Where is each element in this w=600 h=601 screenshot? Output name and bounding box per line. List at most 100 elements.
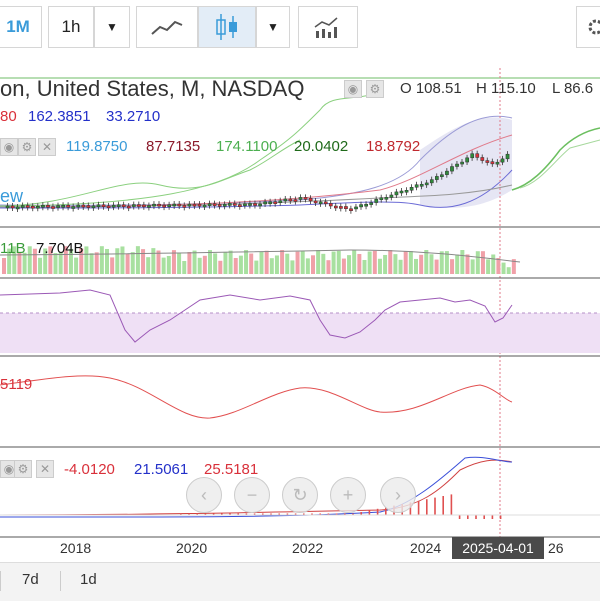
x-axis-label: 2022 bbox=[292, 540, 324, 556]
volume-bar bbox=[439, 251, 444, 274]
histogram-bar bbox=[368, 510, 371, 515]
volume-bar bbox=[486, 259, 491, 274]
candle bbox=[384, 197, 389, 200]
volume-bar bbox=[321, 253, 326, 274]
reset-button[interactable]: ↻ bbox=[282, 477, 318, 513]
candle bbox=[450, 166, 454, 172]
scroll-right-button[interactable]: › bbox=[380, 477, 416, 513]
scroll-left-button[interactable]: ‹ bbox=[186, 477, 222, 513]
candle bbox=[424, 182, 429, 186]
volume-bar bbox=[218, 260, 223, 274]
eye-icon[interactable]: ◉ bbox=[0, 138, 18, 156]
candle bbox=[177, 203, 182, 207]
candle bbox=[25, 205, 30, 208]
volume-bar bbox=[419, 254, 424, 274]
close-icon[interactable]: ✕ bbox=[36, 460, 54, 478]
candle bbox=[339, 206, 343, 209]
candle bbox=[258, 203, 262, 207]
gear-icon[interactable]: ⚙ bbox=[14, 460, 32, 478]
line-chart-button[interactable] bbox=[136, 6, 198, 48]
volume-bar bbox=[156, 250, 161, 274]
candle bbox=[455, 163, 459, 167]
candle bbox=[227, 203, 232, 206]
histogram-bar bbox=[491, 515, 494, 519]
interval-1h-button[interactable]: 1h bbox=[48, 6, 94, 48]
volume-bar bbox=[285, 253, 290, 274]
candle bbox=[273, 201, 278, 205]
volume-bar bbox=[161, 257, 166, 274]
view-link[interactable]: ew bbox=[0, 186, 23, 207]
candle bbox=[71, 206, 76, 209]
volume-bar bbox=[450, 259, 455, 274]
volume-bar bbox=[311, 255, 315, 274]
volume-bar bbox=[238, 255, 243, 274]
candle bbox=[404, 190, 409, 193]
candle bbox=[162, 204, 167, 208]
macd-legend-value-1: -4.0120 bbox=[64, 461, 115, 478]
gear-icon[interactable]: ⚙ bbox=[18, 138, 36, 156]
indicators-button[interactable] bbox=[298, 6, 358, 48]
volume-bar bbox=[202, 255, 207, 274]
volume-bar bbox=[506, 267, 511, 274]
zoom-in-button[interactable]: + bbox=[330, 477, 366, 513]
settings-button[interactable] bbox=[576, 6, 600, 48]
candle bbox=[440, 174, 444, 177]
chart-type-dropdown-button[interactable]: ▼ bbox=[256, 6, 290, 48]
volume-bar bbox=[223, 251, 228, 274]
candle bbox=[46, 205, 50, 208]
period-7d-button[interactable]: 7d bbox=[22, 571, 39, 588]
candle bbox=[485, 160, 490, 163]
period-1d-button[interactable]: 1d bbox=[80, 571, 97, 588]
x-axis-label: 2024 bbox=[410, 540, 442, 556]
candle bbox=[137, 204, 141, 207]
candle bbox=[222, 204, 227, 207]
volume-bar bbox=[228, 250, 233, 274]
candle bbox=[298, 197, 303, 200]
stoch-legend-value: 5119 bbox=[0, 376, 33, 393]
volume-bar bbox=[331, 251, 336, 274]
divider bbox=[60, 571, 61, 591]
volume-bar bbox=[2, 258, 6, 274]
volume-bar bbox=[347, 255, 352, 274]
zoom-out-button[interactable]: − bbox=[234, 477, 270, 513]
candle bbox=[126, 205, 131, 209]
bb-legend-value-3: 33.2710 bbox=[106, 108, 161, 125]
ma-legend-value-3: 174.1100 bbox=[216, 138, 278, 155]
volume-bar bbox=[89, 253, 94, 274]
volume-bar bbox=[171, 250, 176, 274]
volume-bar bbox=[213, 253, 218, 274]
histogram-bar bbox=[450, 494, 453, 515]
candle bbox=[182, 205, 187, 208]
candle bbox=[374, 199, 379, 203]
candle bbox=[233, 203, 237, 206]
volume-bar bbox=[264, 250, 269, 274]
volume-bar bbox=[94, 252, 99, 274]
interval-dropdown-button[interactable]: ▼ bbox=[94, 6, 130, 48]
candle bbox=[192, 203, 197, 207]
volume-bar bbox=[372, 250, 377, 274]
candle bbox=[500, 158, 505, 163]
volume-bar bbox=[491, 254, 496, 274]
volume-bar bbox=[475, 251, 480, 274]
macd-legend-value-3: 25.5181 bbox=[204, 461, 259, 478]
candle bbox=[202, 204, 207, 208]
line-chart-icon bbox=[151, 20, 183, 35]
interval-1m-button[interactable]: 1M bbox=[0, 6, 42, 48]
crosshair-date-label: 2025-04-01 bbox=[452, 537, 544, 559]
candlestick-button[interactable] bbox=[198, 6, 256, 48]
candle bbox=[328, 203, 333, 207]
gear-icon[interactable]: ⚙ bbox=[366, 80, 384, 98]
candle bbox=[253, 203, 257, 206]
volume-bar bbox=[177, 253, 182, 274]
candle bbox=[354, 206, 358, 210]
x-axis-label: 2018 bbox=[60, 540, 92, 556]
volume-bar bbox=[429, 254, 434, 274]
volume-bar bbox=[316, 250, 321, 274]
candle bbox=[56, 205, 60, 208]
close-icon[interactable]: ✕ bbox=[38, 138, 56, 156]
volume-bar bbox=[496, 258, 501, 274]
eye-icon[interactable]: ◉ bbox=[344, 80, 362, 98]
candle bbox=[445, 170, 449, 175]
candle bbox=[248, 203, 252, 206]
volume-bar bbox=[130, 252, 135, 274]
